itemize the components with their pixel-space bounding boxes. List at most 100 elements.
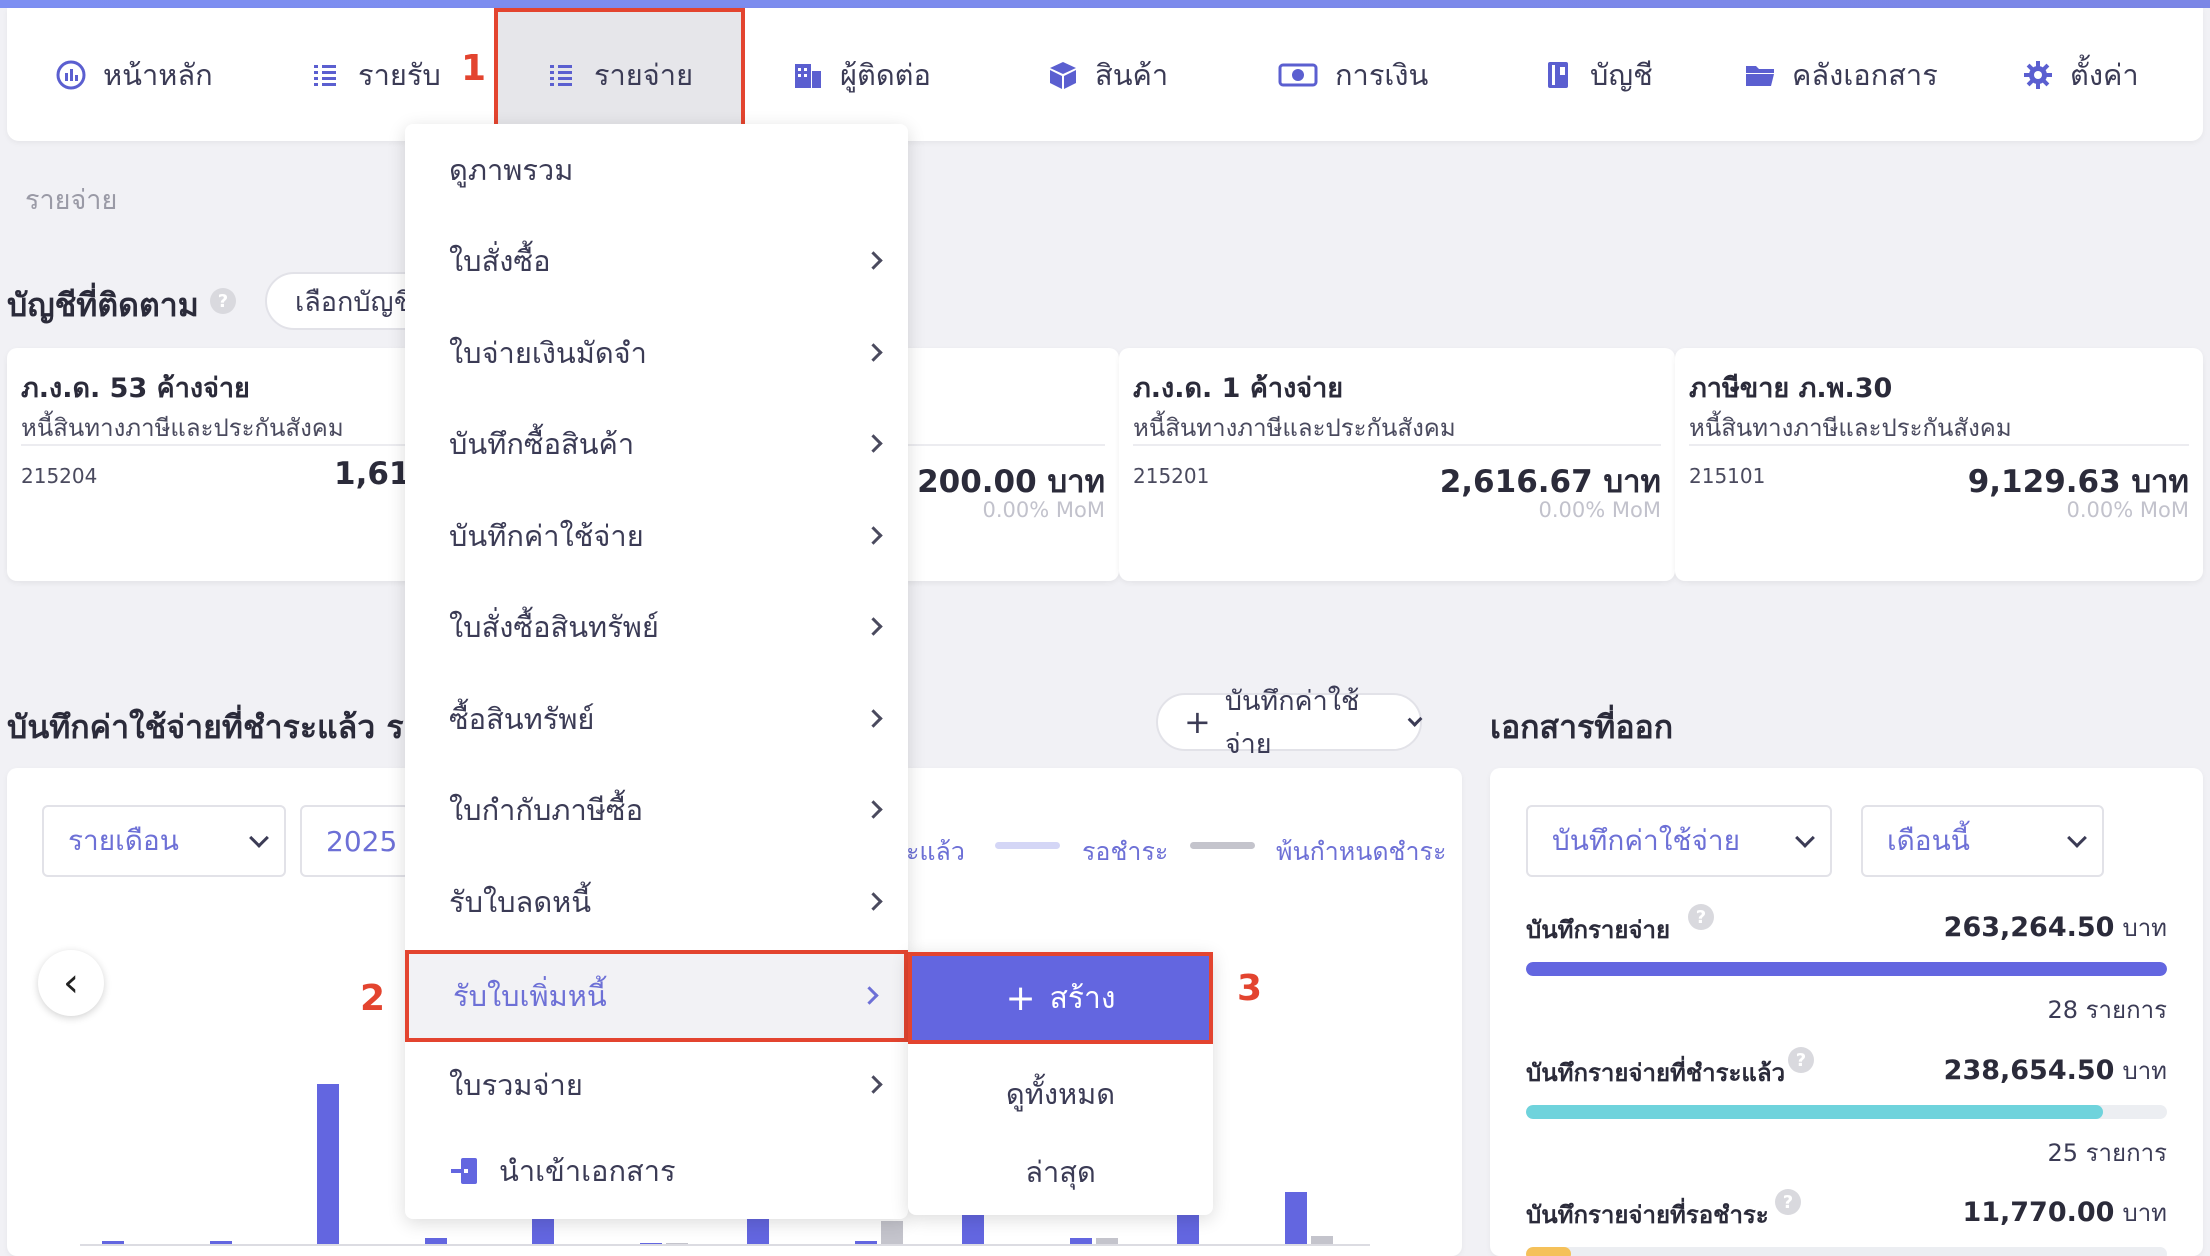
doc-stat-amount-unit: บาท: [2122, 914, 2167, 942]
month-select-value: เดือนนี้: [1887, 824, 1970, 857]
view-all-link[interactable]: ดูทั้งหมด: [908, 1054, 1213, 1134]
nav-item-contacts[interactable]: ผู้ติดต่อ: [792, 8, 931, 141]
help-icon[interactable]: ?: [1688, 904, 1714, 930]
account-card[interactable]: ภ.ง.ด. 1 ค้างจ่าย หนี้สินทางภาษีและประกั…: [1119, 348, 1675, 581]
chevron-right-icon: [864, 343, 883, 362]
menu-item-label: ใบกำกับภาษีซื้อ: [449, 793, 643, 827]
expense-dropdown-menu: ดูภาพรวม ใบสั่งซื้อใบจ่ายเงินมัดจำบันทึกซ…: [405, 124, 908, 1219]
card-code: 215204: [21, 464, 98, 488]
main-navbar: หน้าหลัก รายรับ รายจ่าย ผู้ติดต่อ สินค้า…: [7, 8, 2203, 141]
nav-label: หน้าหลัก: [103, 57, 213, 92]
chevron-right-icon: [864, 800, 883, 819]
doc-stat-count: 25 รายการ: [2047, 1139, 2168, 1167]
doc-stat-progress: [1526, 1105, 2167, 1119]
card-title: ภ.ง.ด. 53 ค้างจ่าย: [21, 373, 250, 404]
nav-item-income[interactable]: รายรับ: [310, 8, 441, 141]
gear-icon: [2024, 60, 2052, 89]
menu-item[interactable]: รับใบลดหนี้: [405, 856, 908, 948]
doc-stat-amount: 11,770.00 บาท: [1962, 1193, 2167, 1232]
chart-prev-button[interactable]: ‹: [38, 950, 104, 1016]
nav-item-settings[interactable]: ตั้งค่า: [2022, 8, 2139, 141]
nav-item-accounting[interactable]: บัญชี: [1542, 8, 1653, 141]
card-subtitle: หนี้สินทางภาษีและประกันสังคม: [1689, 414, 2012, 442]
menu-item[interactable]: ใบจ่ายเงินมัดจำ: [405, 307, 908, 399]
chart-baseline: [80, 1244, 1370, 1246]
chevron-right-icon: [864, 1075, 883, 1094]
nav-label: บัญชี: [1590, 57, 1653, 92]
doc-stat-progress: [1526, 962, 2167, 976]
chart-bar[interactable]: [317, 1084, 339, 1245]
menu-item[interactable]: ใบสั่งซื้อ: [405, 215, 908, 307]
menu-item[interactable]: ใบสั่งซื้อสินทรัพย์: [405, 581, 908, 673]
nav-label: รายจ่าย: [593, 57, 694, 92]
menu-item-label: ใบจ่ายเงินมัดจำ: [449, 336, 647, 370]
document-type-select[interactable]: บันทึกค่าใช้จ่าย: [1526, 805, 1832, 877]
nav-label: รายรับ: [358, 57, 441, 92]
nav-label: การเงิน: [1335, 57, 1429, 92]
chevron-right-icon: [864, 251, 883, 270]
breadcrumb: รายจ่าย: [25, 185, 118, 216]
chart-bar[interactable]: [1284, 1192, 1307, 1245]
menu-item[interactable]: ใบกำกับภาษีซื้อ: [405, 764, 908, 856]
doc-stat-amount-unit: บาท: [2122, 1199, 2167, 1227]
card-divider: [1133, 444, 1661, 446]
debit-note-submenu: + สร้าง ดูทั้งหมด ล่าสุด: [908, 952, 1213, 1215]
folder-icon: [1746, 65, 1774, 86]
legend-swatch-overdue: [1190, 842, 1255, 849]
card-mom: 0.00% MoM: [982, 498, 1105, 522]
expense-icon: [549, 64, 572, 86]
box-icon: [1050, 61, 1076, 89]
legend-swatch-pending: [995, 842, 1060, 849]
nav-item-expense[interactable]: รายจ่าย: [494, 8, 745, 141]
chevron-right-icon: [864, 526, 883, 545]
create-label: สร้าง: [1049, 980, 1116, 1016]
period-select[interactable]: รายเดือน: [42, 805, 286, 877]
add-expense-button[interactable]: + บันทึกค่าใช้จ่าย: [1156, 686, 1423, 760]
menu-item[interactable]: บันทึกซื้อสินค้า: [405, 398, 908, 490]
nav-label: ผู้ติดต่อ: [840, 57, 931, 92]
menu-item[interactable]: บันทึกค่าใช้จ่าย: [405, 490, 908, 582]
help-icon[interactable]: ?: [1775, 1189, 1801, 1215]
menu-item[interactable]: ซื้อสินทรัพย์: [405, 673, 908, 765]
menu-item[interactable]: ดูภาพรวม: [405, 124, 908, 216]
help-icon[interactable]: ?: [210, 288, 236, 314]
menu-item-label: บันทึกค่าใช้จ่าย: [449, 519, 644, 553]
nav-item-dashboard[interactable]: หน้าหลัก: [55, 8, 213, 141]
nav-label: ตั้งค่า: [2070, 57, 2139, 92]
account-card[interactable]: ภาษีขาย ภ.พ.30 หนี้สินทางภาษีและประกันสั…: [1675, 348, 2203, 581]
callout-3: 3: [1237, 968, 1263, 1009]
year-select[interactable]: 2025: [300, 805, 410, 877]
year-select-value: 2025: [326, 824, 398, 858]
latest-link[interactable]: ล่าสุด: [908, 1132, 1213, 1212]
doc-stat-amount-value: 11,770.00: [1962, 1197, 2115, 1228]
legend-overdue: พ้นกำหนดชำระ: [1276, 837, 1447, 866]
dashboard-icon: [56, 60, 86, 89]
plus-icon: +: [1005, 977, 1036, 1019]
menu-item[interactable]: ใบรวมจ่าย: [405, 1039, 908, 1131]
month-select[interactable]: เดือนนี้: [1861, 805, 2104, 877]
import-icon: [451, 1158, 477, 1184]
doc-stat-progress-fill: [1526, 962, 2167, 976]
legend-pending: รอชำระ: [1082, 837, 1169, 866]
income-icon: [314, 64, 336, 86]
menu-item-label: ซื้อสินทรัพย์: [449, 702, 595, 736]
help-icon[interactable]: ?: [1788, 1047, 1814, 1073]
plus-icon: +: [1184, 703, 1211, 741]
menu-item-label: บันทึกซื้อสินค้า: [449, 427, 635, 461]
doc-stat-label: บันทึกรายจ่ายที่ชำระแล้ว: [1526, 1059, 1786, 1087]
menu-item[interactable]: รับใบเพิ่มหนี้: [405, 950, 908, 1042]
nav-item-documents[interactable]: คลังเอกสาร: [1744, 8, 1938, 141]
create-debit-note-button[interactable]: + สร้าง: [908, 952, 1213, 1044]
nav-item-finance[interactable]: การเงิน: [1277, 8, 1428, 141]
card-code: 215101: [1689, 464, 1766, 488]
nav-item-products[interactable]: สินค้า: [1047, 8, 1168, 141]
doc-stat-progress-fill: [1526, 1105, 2103, 1119]
menu-item-label: ใบรวมจ่าย: [449, 1068, 583, 1102]
chevron-right-icon: [864, 617, 883, 636]
chart-bar[interactable]: [880, 1220, 903, 1245]
doc-stat-count: 28 รายการ: [2047, 996, 2168, 1024]
menu-item-label: รับใบเพิ่มหนี้: [453, 979, 607, 1013]
chevron-right-icon: [860, 986, 879, 1005]
menu-item-label: รับใบลดหนี้: [449, 885, 592, 919]
menu-item[interactable]: นำเข้าเอกสาร: [405, 1125, 908, 1217]
